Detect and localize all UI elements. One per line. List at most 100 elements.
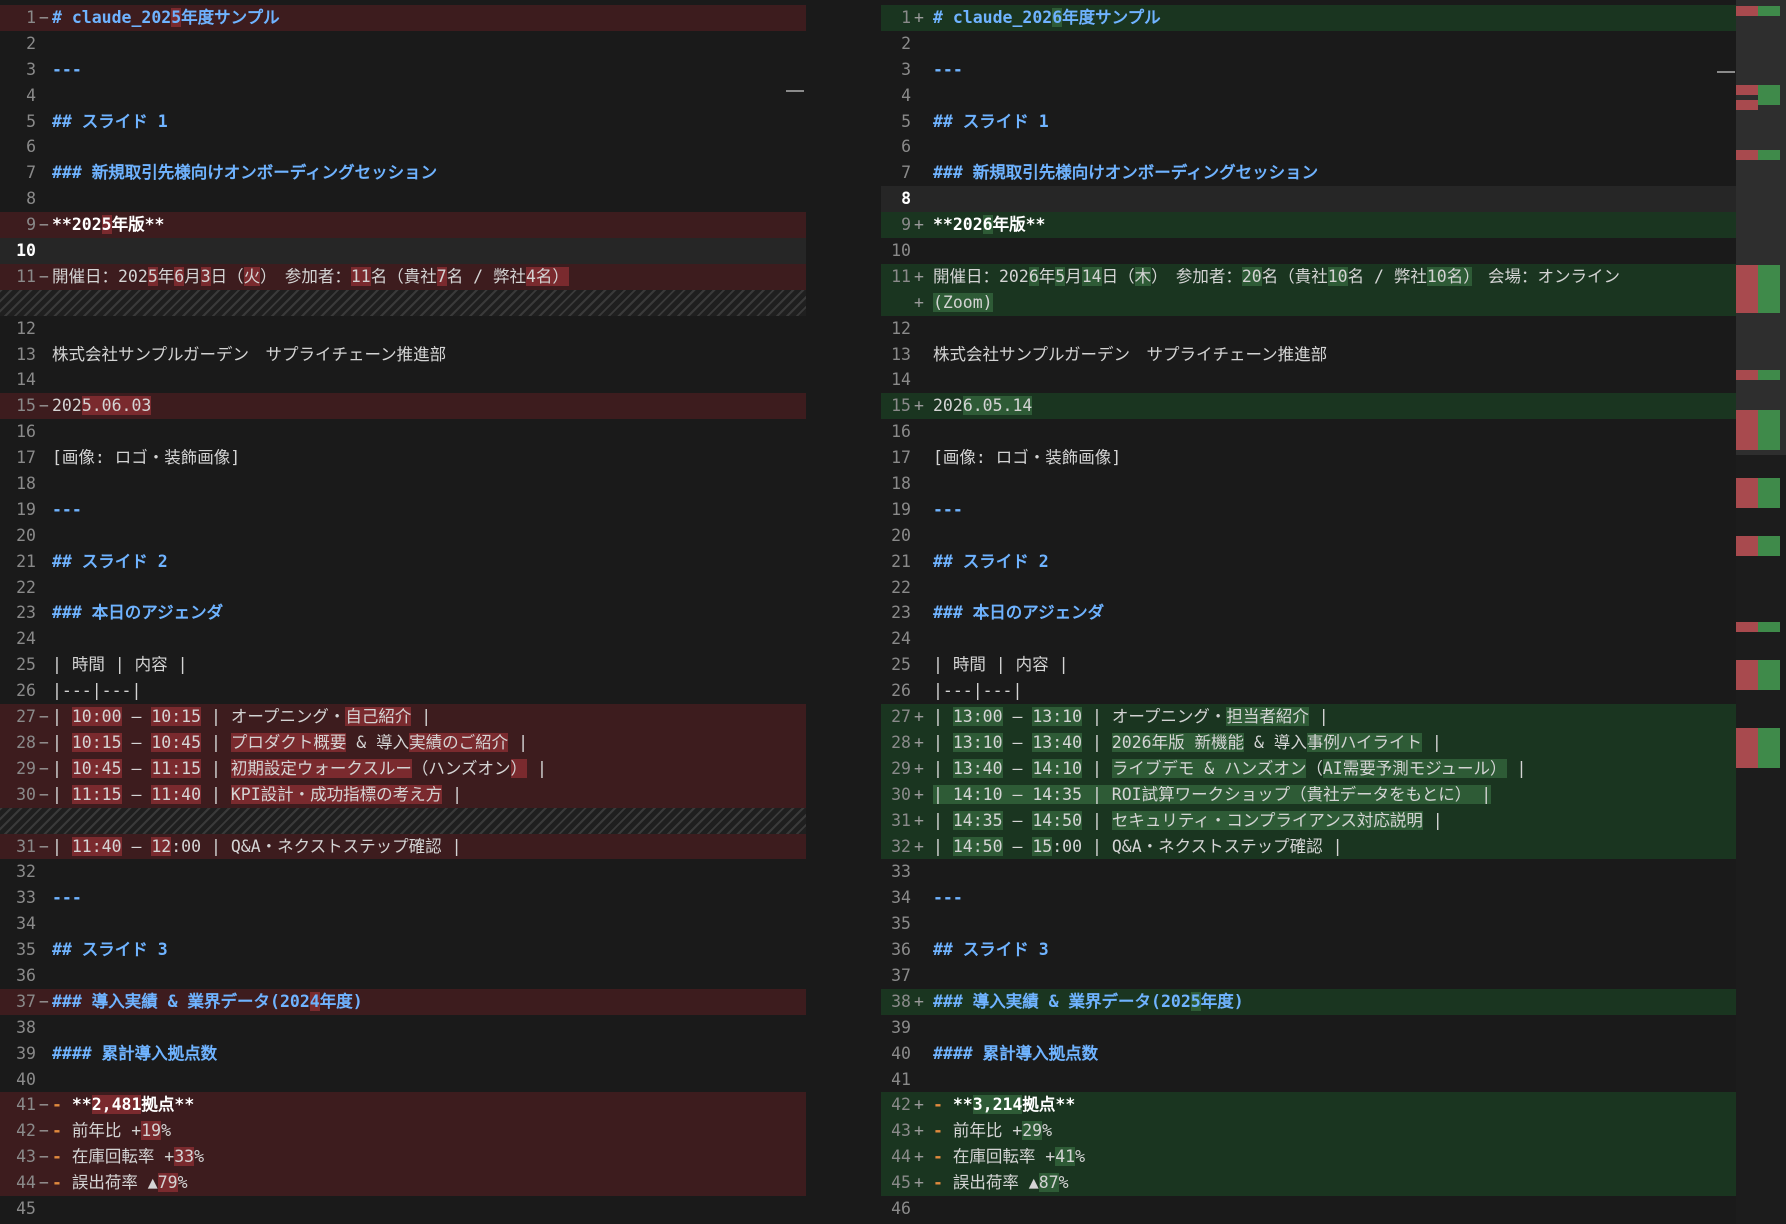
code-line[interactable]: 38 + ### 導入実績 & 業界データ(2025年度): [881, 988, 1736, 1015]
code-line[interactable]: 3 ---: [881, 57, 1736, 83]
code-line[interactable]: 28 + | 13:10 – 13:40 | 2026年版 新機能 & 導入事例ハイ…: [881, 729, 1736, 756]
code-line[interactable]: 17 [画像: ロゴ・装飾画像]: [0, 445, 806, 471]
code-line[interactable]: 12: [0, 316, 806, 342]
code-line[interactable]: 42 + - **3,214拠点**: [881, 1092, 1736, 1119]
code-line[interactable]: 13 株式会社サンプルガーデン サプライチェーン推進部: [0, 342, 806, 368]
code-line[interactable]: 5 ## スライド 1: [0, 109, 806, 135]
code-line[interactable]: 36 ## スライド 3: [881, 937, 1736, 963]
code-line[interactable]: 37− ### 導入実績 & 業界データ(2024年度): [0, 988, 806, 1015]
code-line[interactable]: 23 ### 本日のアジェンダ: [881, 600, 1736, 626]
code-line[interactable]: 1 + # claude_2026年度サンプル: [881, 5, 1736, 31]
code-line[interactable]: 7 ### 新規取引先様向けオンボーディングセッション: [0, 160, 806, 186]
code-line[interactable]: 41: [881, 1067, 1736, 1093]
code-line[interactable]: 5 ## スライド 1: [881, 109, 1736, 135]
code-line[interactable]: 9− **2025年版**: [0, 212, 806, 239]
code-line[interactable]: 4: [881, 83, 1736, 109]
code-line[interactable]: 19 ---: [881, 497, 1736, 523]
code-line[interactable]: 40: [0, 1067, 806, 1093]
code-line[interactable]: 27− | 10:00 – 10:15 | オープニング・自己紹介 |: [0, 704, 806, 730]
code-line[interactable]: 45: [0, 1196, 806, 1222]
code-line[interactable]: 38: [0, 1015, 806, 1041]
code-line[interactable]: 18: [0, 471, 806, 497]
code-line[interactable]: 2: [881, 31, 1736, 57]
code-line[interactable]: 7 ### 新規取引先様向けオンボーディングセッション: [881, 160, 1736, 186]
code-line[interactable]: 11− 開催日：2025年6月3日（火） 参加者：11名（貴社7名 / 弊社4名）: [0, 263, 806, 290]
code-line[interactable]: 14: [0, 367, 806, 393]
code-line[interactable]: 29− | 10:45 – 11:15 | 初期設定ウォークスルー（ハンズオン） …: [0, 755, 806, 782]
code-line[interactable]: 10: [881, 238, 1736, 264]
code-line[interactable]: 2: [0, 31, 806, 57]
code-line[interactable]: 22: [881, 575, 1736, 601]
diff-overview-ruler[interactable]: [1736, 0, 1786, 1224]
original-editor-pane[interactable]: 1− # claude_2025年度サンプル 2 3 --- 4 5 ## スライド 1 6 7 #…: [0, 5, 806, 1224]
code-line[interactable]: 10: [0, 238, 806, 264]
code-line[interactable]: 11 + 開催日：2026年5月14日（木） 参加者：20名（貴社10名 / 弊社1…: [881, 263, 1736, 290]
code-line[interactable]: 35: [881, 911, 1736, 937]
code-line[interactable]: 28− | 10:15 – 10:45 | プロダクト概要 & 導入実績のご紹介 …: [0, 729, 806, 756]
code-line[interactable]: 25 | 時間 | 内容 |: [881, 652, 1736, 678]
code-line[interactable]: 24: [881, 626, 1736, 652]
modified-editor-pane[interactable]: 1 + # claude_2026年度サンプル 2 3 --- 4 5 ## スライド 1 6 7 #…: [881, 5, 1736, 1224]
code-line[interactable]: 30− | 11:15 – 11:40 | KPI設計・成功指標の考え方 |: [0, 781, 806, 808]
code-line[interactable]: 12: [881, 316, 1736, 342]
code-line[interactable]: 45 + - 誤出荷率 ▲87%: [881, 1170, 1736, 1196]
code-line[interactable]: 19 ---: [0, 497, 806, 523]
code-line[interactable]: 35 ## スライド 3: [0, 937, 806, 963]
code-line[interactable]: 4: [0, 83, 806, 109]
code-line[interactable]: 31− | 11:40 – 12:00 | Q&A・ネクストステップ確認 |: [0, 833, 806, 860]
code-line[interactable]: 44 + - 在庫回転率 +41%: [881, 1144, 1736, 1171]
code-line[interactable]: 41− - **2,481拠点**: [0, 1092, 806, 1119]
code-line[interactable]: 33 ---: [0, 885, 806, 911]
code-line[interactable]: 8: [0, 186, 806, 212]
code-line[interactable]: + (Zoom): [881, 289, 1736, 316]
diff-filler-row[interactable]: [0, 807, 806, 834]
code-line[interactable]: 13 株式会社サンプルガーデン サプライチェーン推進部: [881, 342, 1736, 368]
code-line[interactable]: 6: [881, 134, 1736, 160]
overview-scroll-slider[interactable]: [1736, 0, 1786, 455]
code-line[interactable]: 9 + **2026年版**: [881, 212, 1736, 239]
code-line[interactable]: 40 #### 累計導入拠点数: [881, 1041, 1736, 1067]
code-line[interactable]: 32: [0, 859, 806, 885]
collapse-icon[interactable]: [1717, 71, 1735, 73]
code-line[interactable]: 16: [0, 419, 806, 445]
code-line[interactable]: 37: [881, 963, 1736, 989]
code-line[interactable]: 34 ---: [881, 885, 1736, 911]
code-line[interactable]: 43 + - 前年比 +29%: [881, 1118, 1736, 1145]
code-line[interactable]: 36: [0, 963, 806, 989]
code-line[interactable]: 43− - 在庫回転率 +33%: [0, 1144, 806, 1171]
code-line[interactable]: 20: [881, 523, 1736, 549]
code-line[interactable]: 24: [0, 626, 806, 652]
code-line[interactable]: 23 ### 本日のアジェンダ: [0, 600, 806, 626]
code-line[interactable]: 46: [881, 1196, 1736, 1222]
collapse-icon[interactable]: [786, 90, 804, 92]
code-line[interactable]: 26 |---|---|: [0, 678, 806, 704]
code-line[interactable]: 32 + | 14:50 – 15:00 | Q&A・ネクストステップ確認 |: [881, 833, 1736, 860]
code-line[interactable]: 30 + | 14:10 – 14:35 | ROI試算ワークショップ（貴社データを…: [881, 781, 1736, 808]
code-line[interactable]: 21 ## スライド 2: [0, 549, 806, 575]
code-line[interactable]: 15 +2026.05.14: [881, 393, 1736, 420]
code-line[interactable]: 44− - 誤出荷率 ▲79%: [0, 1170, 806, 1196]
code-line[interactable]: 27 + | 13:00 – 13:10 | オープニング・担当者紹介 |: [881, 704, 1736, 730]
code-line[interactable]: 33: [881, 859, 1736, 885]
code-line[interactable]: 18: [881, 471, 1736, 497]
code-line[interactable]: 1− # claude_2025年度サンプル: [0, 5, 806, 31]
code-line[interactable]: 6: [0, 134, 806, 160]
code-line[interactable]: 25 | 時間 | 内容 |: [0, 652, 806, 678]
code-line[interactable]: 3 ---: [0, 57, 806, 83]
code-line[interactable]: 17 [画像: ロゴ・装飾画像]: [881, 445, 1736, 471]
code-line[interactable]: 29 + | 13:40 – 14:10 | ライブデモ & ハンズオン（AI需要予…: [881, 755, 1736, 782]
code-line[interactable]: 15−2025.06.03: [0, 393, 806, 420]
code-line[interactable]: 21 ## スライド 2: [881, 549, 1736, 575]
code-line[interactable]: 20: [0, 523, 806, 549]
code-line[interactable]: 8: [881, 186, 1736, 213]
code-line[interactable]: 26 |---|---|: [881, 678, 1736, 704]
code-line[interactable]: 16: [881, 419, 1736, 445]
code-line[interactable]: 39 #### 累計導入拠点数: [0, 1041, 806, 1067]
code-line[interactable]: 22: [0, 575, 806, 601]
code-line[interactable]: 42− - 前年比 +19%: [0, 1118, 806, 1145]
code-line[interactable]: 31 + | 14:35 – 14:50 | セキュリティ・コンプライアンス対応説明…: [881, 807, 1736, 834]
diff-filler-row[interactable]: [0, 289, 806, 316]
code-line[interactable]: 14: [881, 367, 1736, 393]
code-line[interactable]: 39: [881, 1015, 1736, 1041]
code-line[interactable]: 34: [0, 911, 806, 937]
